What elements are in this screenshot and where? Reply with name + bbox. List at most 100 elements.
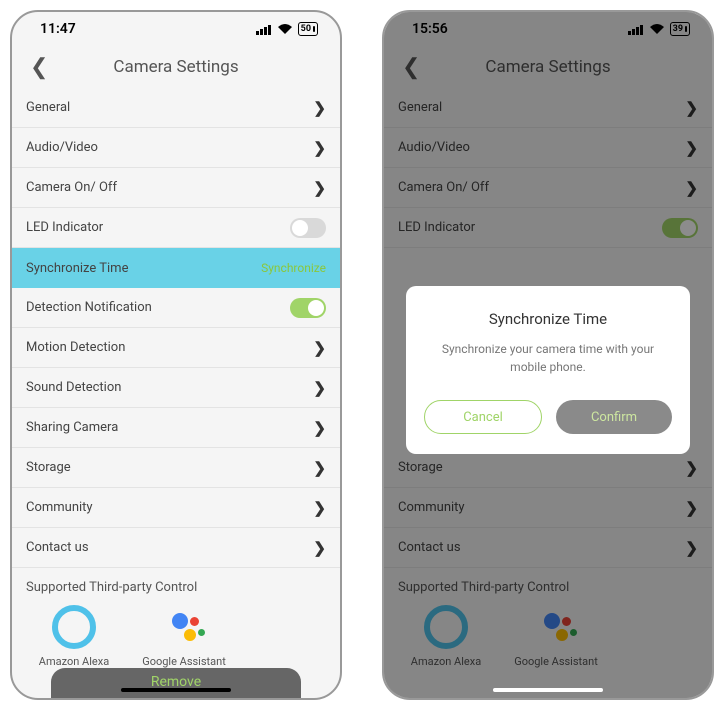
assistant-label: Google Assistant bbox=[514, 655, 598, 668]
chevron-right-icon: ❯ bbox=[685, 139, 698, 157]
dialog-message: Synchronize your camera time with your m… bbox=[424, 340, 672, 376]
chevron-right-icon: ❯ bbox=[313, 419, 326, 437]
chevron-right-icon: ❯ bbox=[685, 499, 698, 517]
alexa-label: Amazon Alexa bbox=[411, 655, 481, 668]
thirdparty-title: Supported Third-party Control bbox=[384, 568, 712, 599]
row-label: General bbox=[26, 100, 70, 115]
row-label: Detection Notification bbox=[26, 300, 152, 315]
back-button[interactable]: ❮ bbox=[396, 51, 426, 84]
row-storage[interactable]: Storage ❯ bbox=[12, 448, 340, 488]
alexa-icon bbox=[424, 605, 468, 649]
confirm-button[interactable]: Confirm bbox=[556, 400, 672, 434]
phone-right: 15:56 39 ❮ Camera Settings General ❯ Aud… bbox=[382, 10, 714, 700]
battery-icon: 50 bbox=[298, 22, 318, 36]
alexa-icon bbox=[52, 605, 96, 649]
thirdparty-alexa[interactable]: Amazon Alexa bbox=[28, 605, 120, 668]
chevron-right-icon: ❯ bbox=[313, 379, 326, 397]
row-label: Storage bbox=[398, 460, 443, 475]
row-label: Camera On/ Off bbox=[398, 180, 489, 195]
row-camera-onoff[interactable]: Camera On/ Off ❯ bbox=[384, 168, 712, 208]
row-camera-onoff[interactable]: Camera On/ Off ❯ bbox=[12, 168, 340, 208]
page-title: Camera Settings bbox=[12, 57, 340, 77]
status-bar: 15:56 39 bbox=[384, 12, 712, 46]
chevron-right-icon: ❯ bbox=[685, 99, 698, 117]
row-label: LED Indicator bbox=[398, 220, 475, 235]
row-contact-us[interactable]: Contact us ❯ bbox=[384, 528, 712, 568]
row-label: Contact us bbox=[398, 540, 461, 555]
row-label: Audio/Video bbox=[398, 140, 470, 155]
chevron-right-icon: ❯ bbox=[313, 539, 326, 557]
row-synchronize-time[interactable]: Synchronize Time Synchronize bbox=[12, 248, 340, 288]
chevron-right-icon: ❯ bbox=[685, 539, 698, 557]
phone-left: 11:47 50 ❮ Camera Settings General ❯ Aud… bbox=[10, 10, 342, 700]
thirdparty-title: Supported Third-party Control bbox=[12, 568, 340, 599]
led-toggle[interactable] bbox=[290, 218, 326, 238]
detection-toggle[interactable] bbox=[290, 298, 326, 318]
row-community[interactable]: Community ❯ bbox=[12, 488, 340, 528]
row-label: Motion Detection bbox=[26, 340, 125, 355]
row-storage[interactable]: Storage ❯ bbox=[384, 448, 712, 488]
row-led-indicator: LED Indicator bbox=[12, 208, 340, 248]
chevron-right-icon: ❯ bbox=[313, 459, 326, 477]
row-label: Storage bbox=[26, 460, 71, 475]
row-label: Community bbox=[26, 500, 93, 515]
row-audio-video[interactable]: Audio/Video ❯ bbox=[12, 128, 340, 168]
synchronize-dialog: Synchronize Time Synchronize your camera… bbox=[406, 286, 690, 454]
thirdparty-row: Amazon Alexa Google Assistant bbox=[12, 599, 340, 668]
google-assistant-icon bbox=[162, 605, 206, 649]
chevron-right-icon: ❯ bbox=[313, 499, 326, 517]
synchronize-action: Synchronize bbox=[261, 261, 326, 275]
row-label: Sound Detection bbox=[26, 380, 121, 395]
row-label: General bbox=[398, 100, 442, 115]
row-label: Sharing Camera bbox=[26, 420, 118, 435]
row-community[interactable]: Community ❯ bbox=[384, 488, 712, 528]
row-label: LED Indicator bbox=[26, 220, 103, 235]
wifi-icon bbox=[649, 23, 665, 35]
page-title: Camera Settings bbox=[384, 57, 712, 77]
row-sound-detection[interactable]: Sound Detection ❯ bbox=[12, 368, 340, 408]
back-button[interactable]: ❮ bbox=[24, 51, 54, 84]
thirdparty-google-assistant[interactable]: Google Assistant bbox=[510, 605, 602, 668]
chevron-right-icon: ❯ bbox=[313, 179, 326, 197]
row-label: Camera On/ Off bbox=[26, 180, 117, 195]
signal-icon bbox=[256, 24, 272, 35]
wifi-icon bbox=[277, 23, 293, 35]
row-motion-detection[interactable]: Motion Detection ❯ bbox=[12, 328, 340, 368]
status-time: 11:47 bbox=[40, 21, 76, 37]
battery-icon: 39 bbox=[670, 22, 690, 36]
status-icons: 39 bbox=[628, 22, 690, 36]
row-audio-video[interactable]: Audio/Video ❯ bbox=[384, 128, 712, 168]
row-label: Synchronize Time bbox=[26, 261, 128, 276]
row-sharing-camera[interactable]: Sharing Camera ❯ bbox=[12, 408, 340, 448]
settings-list: General ❯ Audio/Video ❯ Camera On/ Off ❯… bbox=[12, 88, 340, 568]
thirdparty-row: Amazon Alexa Google Assistant bbox=[384, 599, 712, 668]
home-indicator bbox=[493, 688, 603, 692]
assistant-label: Google Assistant bbox=[142, 655, 226, 668]
thirdparty-google-assistant[interactable]: Google Assistant bbox=[138, 605, 230, 668]
google-assistant-icon bbox=[534, 605, 578, 649]
status-icons: 50 bbox=[256, 22, 318, 36]
thirdparty-alexa[interactable]: Amazon Alexa bbox=[400, 605, 492, 668]
dialog-title: Synchronize Time bbox=[424, 310, 672, 328]
row-general[interactable]: General ❯ bbox=[12, 88, 340, 128]
row-detection-notification: Detection Notification bbox=[12, 288, 340, 328]
chevron-right-icon: ❯ bbox=[685, 459, 698, 477]
status-bar: 11:47 50 bbox=[12, 12, 340, 46]
led-toggle[interactable] bbox=[662, 218, 698, 238]
chevron-right-icon: ❯ bbox=[685, 179, 698, 197]
remove-button[interactable]: Remove bbox=[51, 668, 301, 698]
row-general[interactable]: General ❯ bbox=[384, 88, 712, 128]
chevron-right-icon: ❯ bbox=[313, 99, 326, 117]
chevron-right-icon: ❯ bbox=[313, 139, 326, 157]
row-label: Audio/Video bbox=[26, 140, 98, 155]
dialog-actions: Cancel Confirm bbox=[424, 400, 672, 434]
signal-icon bbox=[628, 24, 644, 35]
row-contact-us[interactable]: Contact us ❯ bbox=[12, 528, 340, 568]
status-time: 15:56 bbox=[412, 21, 448, 37]
row-label: Community bbox=[398, 500, 465, 515]
row-led-indicator: LED Indicator bbox=[384, 208, 712, 248]
chevron-right-icon: ❯ bbox=[313, 339, 326, 357]
nav-bar: ❮ Camera Settings bbox=[384, 46, 712, 88]
cancel-button[interactable]: Cancel bbox=[424, 400, 542, 434]
row-label: Contact us bbox=[26, 540, 89, 555]
